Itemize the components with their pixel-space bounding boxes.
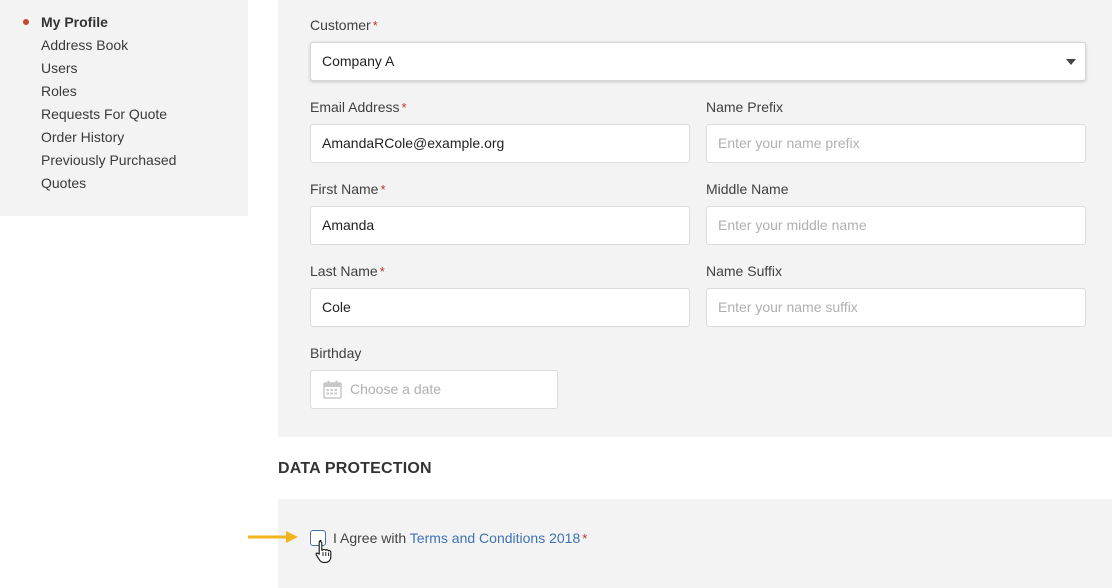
sidebar-item-previously-purchased[interactable]: Previously Purchased	[0, 149, 248, 172]
account-profile-page: My Profile Address Book Users Roles Requ…	[0, 0, 1112, 588]
sidebar-item-label: Order History	[41, 129, 125, 145]
email-label: Email Address *	[310, 99, 407, 116]
email-field[interactable]: AmandaRCole@example.org	[310, 124, 690, 163]
sidebar-item-requests-for-quote[interactable]: Requests For Quote	[0, 103, 248, 126]
arrow-right-icon	[248, 531, 298, 543]
middle-name-field[interactable]: Enter your middle name	[706, 206, 1086, 245]
name-suffix-label: Name Suffix	[706, 263, 782, 279]
last-name-label: Last Name *	[310, 263, 385, 280]
first-name-label-text: First Name	[310, 181, 379, 197]
account-sidebar: My Profile Address Book Users Roles Requ…	[0, 0, 248, 216]
name-suffix-placeholder: Enter your name suffix	[718, 299, 858, 315]
name-prefix-field[interactable]: Enter your name prefix	[706, 124, 1086, 163]
chevron-down-icon	[1066, 59, 1076, 65]
required-mark: *	[380, 182, 386, 197]
sidebar-item-label: Previously Purchased	[41, 152, 177, 168]
email-field-value: AmandaRCole@example.org	[322, 135, 505, 151]
sidebar-item-label: Address Book	[41, 37, 129, 53]
sidebar-item-users[interactable]: Users	[0, 57, 248, 80]
first-name-value: Amanda	[322, 217, 375, 233]
customer-select-value: Company A	[322, 53, 395, 69]
name-prefix-placeholder: Enter your name prefix	[718, 135, 860, 151]
active-bullet-icon	[23, 19, 29, 25]
sidebar-item-order-history[interactable]: Order History	[0, 126, 248, 149]
last-name-value: Cole	[322, 299, 351, 315]
sidebar-item-label: Users	[41, 60, 78, 76]
birthday-label: Birthday	[310, 345, 361, 361]
required-mark: *	[401, 100, 407, 115]
name-suffix-field[interactable]: Enter your name suffix	[706, 288, 1086, 327]
customer-label: Customer *	[310, 17, 378, 34]
calendar-icon	[323, 380, 342, 399]
middle-name-placeholder: Enter your middle name	[718, 217, 867, 233]
terms-agree-label: I Agree with Terms and Conditions 2018 *	[333, 529, 587, 548]
customer-select[interactable]: Company A	[310, 42, 1086, 81]
middle-name-label: Middle Name	[706, 181, 788, 197]
terms-and-conditions-link[interactable]: Terms and Conditions 2018	[410, 530, 580, 546]
sidebar-item-quotes[interactable]: Quotes	[0, 172, 248, 195]
agree-prefix-text: I Agree with	[333, 530, 407, 546]
name-prefix-label: Name Prefix	[706, 99, 783, 115]
sidebar-item-roles[interactable]: Roles	[0, 80, 248, 103]
sidebar-item-label: Requests For Quote	[41, 106, 168, 122]
data-protection-title: DATA PROTECTION	[278, 460, 432, 477]
required-mark: *	[379, 264, 385, 279]
name-prefix-label-text: Name Prefix	[706, 99, 784, 115]
birthday-label-text: Birthday	[310, 345, 362, 361]
last-name-label-text: Last Name	[310, 263, 378, 279]
sidebar-item-label: My Profile	[41, 14, 108, 30]
sidebar-item-label: Quotes	[41, 175, 87, 191]
sidebar-menu: My Profile Address Book Users Roles Requ…	[0, 0, 248, 195]
customer-label-text: Customer	[310, 17, 371, 33]
hand-cursor-icon	[315, 540, 332, 563]
required-mark: *	[582, 531, 588, 546]
name-suffix-label-text: Name Suffix	[706, 263, 782, 279]
first-name-field[interactable]: Amanda	[310, 206, 690, 245]
sidebar-item-label: Roles	[41, 83, 77, 99]
email-label-text: Email Address	[310, 99, 400, 115]
birthday-placeholder: Choose a date	[350, 381, 442, 397]
required-mark: *	[372, 18, 378, 33]
first-name-label: First Name *	[310, 181, 386, 198]
last-name-field[interactable]: Cole	[310, 288, 690, 327]
birthday-date-picker[interactable]: Choose a date	[310, 370, 558, 409]
middle-name-label-text: Middle Name	[706, 181, 789, 197]
profile-form: Customer * Company A Email Address * Amand…	[278, 0, 1112, 437]
data-protection-panel: I Agree with Terms and Conditions 2018 *	[278, 499, 1112, 588]
sidebar-item-my-profile[interactable]: My Profile	[0, 11, 248, 34]
sidebar-item-address-book[interactable]: Address Book	[0, 34, 248, 57]
